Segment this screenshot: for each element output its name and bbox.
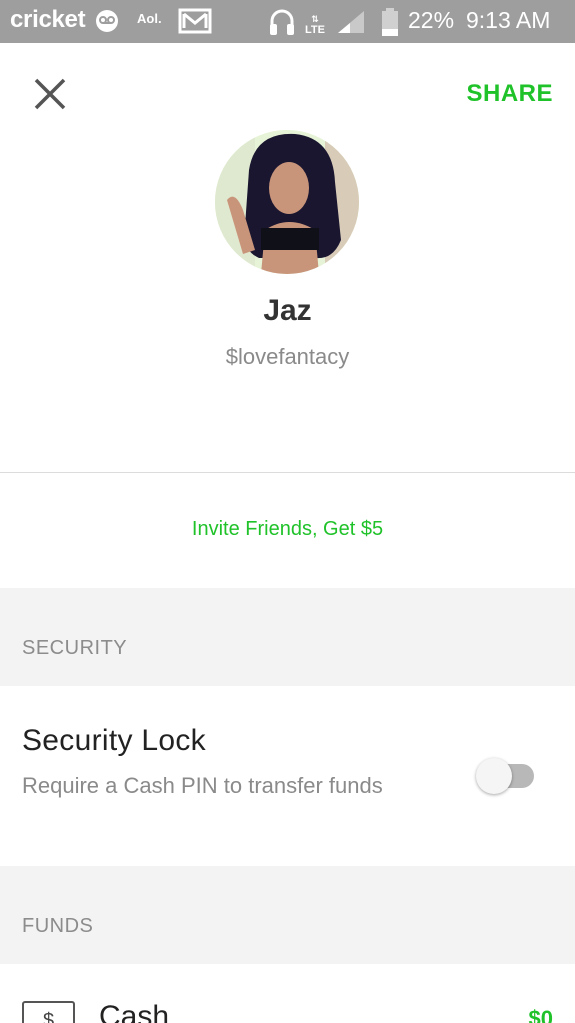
battery-icon	[381, 7, 399, 42]
carrier-label: cricket	[10, 6, 86, 33]
toggle-knob	[476, 758, 512, 794]
gmail-icon	[178, 7, 212, 40]
security-lock-description: Require a Cash PIN to transfer funds	[22, 773, 383, 798]
security-lock-toggle[interactable]	[476, 758, 536, 794]
cash-icon: $	[22, 1001, 75, 1023]
lte-label: ⇅ LTE	[305, 14, 325, 36]
security-lock-title: Security Lock	[22, 724, 206, 757]
headphones-icon	[268, 7, 296, 42]
share-button[interactable]: SHARE	[466, 80, 553, 108]
close-icon	[34, 78, 66, 110]
security-section-header: SECURITY	[22, 637, 128, 659]
profile-handle: $lovefantacy	[225, 344, 350, 369]
cash-label: Cash	[99, 1000, 170, 1023]
signal-icon	[336, 9, 366, 40]
funds-section-header: FUNDS	[22, 915, 94, 937]
aol-icon: Aol.	[137, 11, 162, 26]
profile-name: Jaz	[263, 294, 312, 327]
status-bar: cricket Aol. ⇅ LTE 22% 9:13 AM	[0, 0, 575, 43]
battery-percent: 22%	[408, 7, 455, 33]
divider	[0, 472, 575, 473]
clock: 9:13 AM	[466, 7, 551, 33]
invite-friends-link[interactable]: Invite Friends, Get $5	[0, 518, 575, 541]
close-button[interactable]	[28, 72, 72, 116]
cash-value: $0	[528, 1006, 553, 1023]
voicemail-icon	[94, 8, 122, 41]
avatar	[215, 130, 359, 274]
